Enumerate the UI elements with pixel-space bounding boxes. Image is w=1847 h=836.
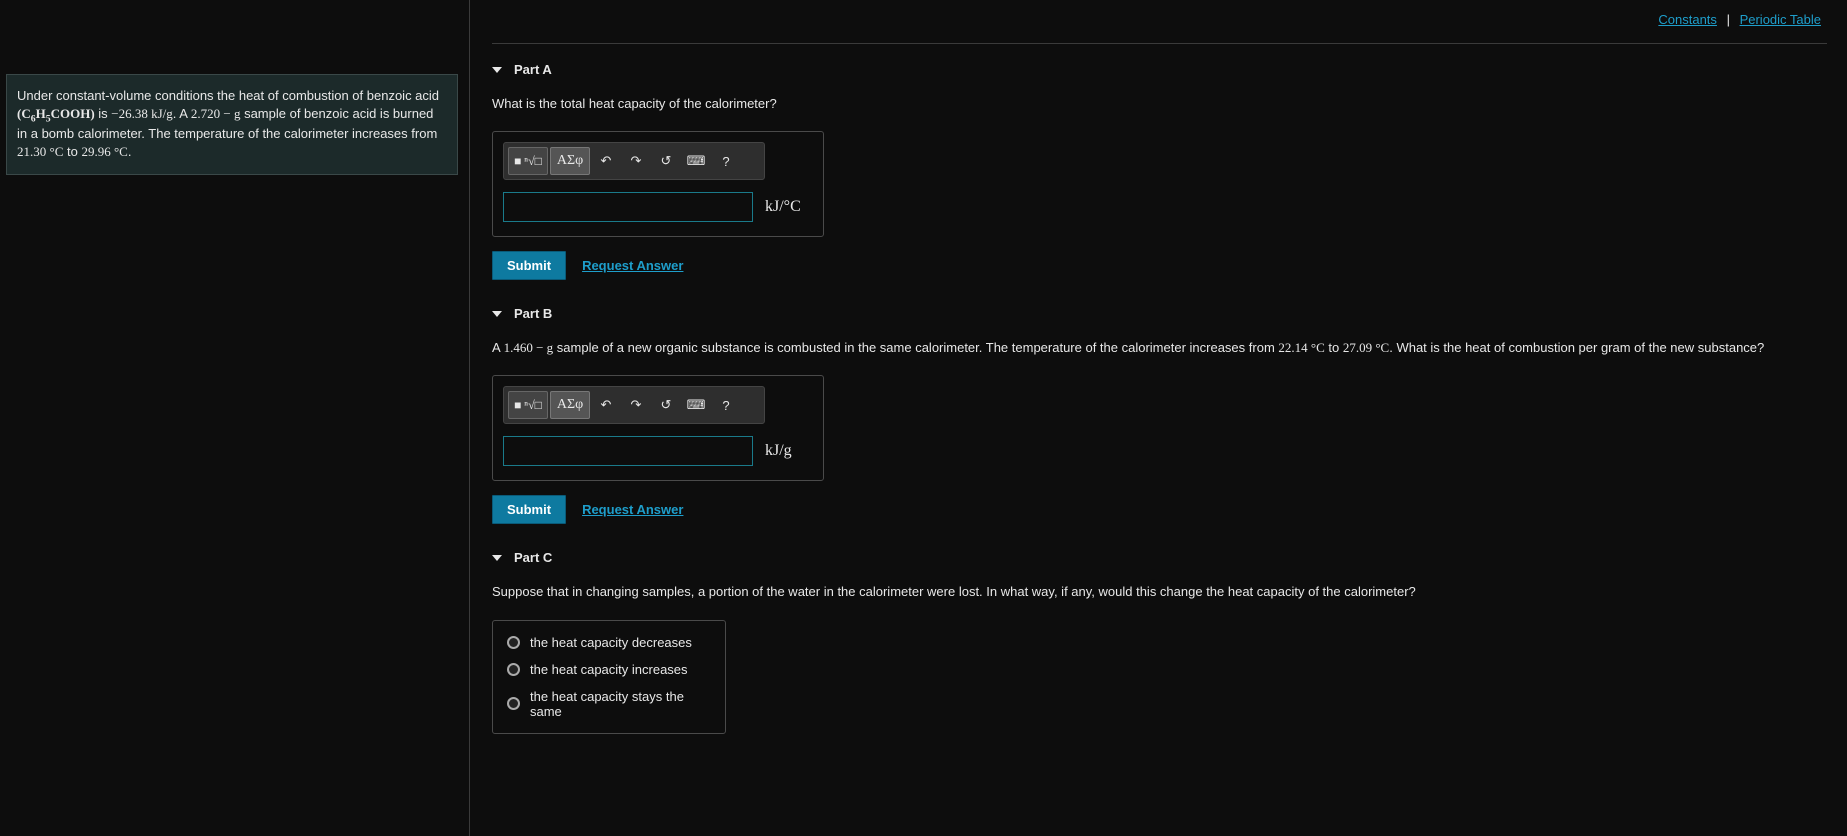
problem-formula: (C6H5COOH) xyxy=(17,106,95,121)
option-label: the heat capacity decreases xyxy=(530,635,692,650)
part-a-prompt: What is the total heat capacity of the c… xyxy=(492,95,1827,113)
option-decreases[interactable]: the heat capacity decreases xyxy=(507,635,711,650)
part-b-answer-input[interactable] xyxy=(503,436,753,466)
part-b-title: Part B xyxy=(514,306,552,321)
problem-statement: Under constant-volume conditions the hea… xyxy=(6,74,458,175)
pb-mass: 1.460 − g xyxy=(504,340,554,355)
part-a-actions: Submit Request Answer xyxy=(492,251,1827,280)
part-c-header[interactable]: Part C xyxy=(492,550,1827,565)
submit-button[interactable]: Submit xyxy=(492,251,566,280)
redo-button[interactable]: ↷ xyxy=(622,391,650,419)
templates-button[interactable]: ■ ⁿ√□ xyxy=(508,147,548,175)
part-b: Part B A 1.460 − g sample of a new organ… xyxy=(492,306,1827,524)
help-button[interactable]: ? xyxy=(712,391,740,419)
part-b-prompt: A 1.460 − g sample of a new organic subs… xyxy=(492,339,1827,357)
constants-link[interactable]: Constants xyxy=(1658,12,1717,27)
request-answer-link[interactable]: Request Answer xyxy=(582,502,683,517)
option-stays-same[interactable]: the heat capacity stays the same xyxy=(507,689,711,719)
part-c: Part C Suppose that in changing samples,… xyxy=(492,550,1827,733)
part-a-unit: kJ/°C xyxy=(765,198,801,216)
greek-button[interactable]: ΑΣφ xyxy=(550,391,590,419)
part-c-prompt: Suppose that in changing samples, a port… xyxy=(492,583,1827,601)
equation-toolbar: ■ ⁿ√□ ΑΣφ ↶ ↷ ↺ ⌨ ? xyxy=(503,142,765,180)
temp-from: 21.30 °C xyxy=(17,144,63,159)
problem-text: . xyxy=(128,144,132,159)
pb-text: A xyxy=(492,340,504,355)
heat-value: −26.38 kJ/g xyxy=(111,106,173,121)
radio-icon xyxy=(507,663,520,676)
problem-text: . A xyxy=(173,106,191,121)
mass-value: 2.720 − g xyxy=(191,106,241,121)
part-b-answer-block: ■ ⁿ√□ ΑΣφ ↶ ↷ ↺ ⌨ ? kJ/g xyxy=(492,375,824,481)
undo-button[interactable]: ↶ xyxy=(592,147,620,175)
option-increases[interactable]: the heat capacity increases xyxy=(507,662,711,677)
help-button[interactable]: ? xyxy=(712,147,740,175)
radio-icon xyxy=(507,697,520,710)
problem-text: to xyxy=(63,144,81,159)
part-a-answer-input[interactable] xyxy=(503,192,753,222)
part-a-title: Part A xyxy=(514,62,552,77)
chevron-down-icon xyxy=(492,67,502,73)
redo-button[interactable]: ↷ xyxy=(622,147,650,175)
option-label: the heat capacity increases xyxy=(530,662,688,677)
greek-button[interactable]: ΑΣφ xyxy=(550,147,590,175)
pb-tfrom: 22.14 °C xyxy=(1278,340,1324,355)
equation-toolbar: ■ ⁿ√□ ΑΣφ ↶ ↷ ↺ ⌨ ? xyxy=(503,386,765,424)
part-a-header[interactable]: Part A xyxy=(492,62,1827,77)
answer-row: kJ/°C xyxy=(503,192,813,222)
reset-button[interactable]: ↺ xyxy=(652,391,680,419)
pb-text: sample of a new organic substance is com… xyxy=(553,340,1278,355)
radio-icon xyxy=(507,636,520,649)
periodic-table-link[interactable]: Periodic Table xyxy=(1740,12,1821,27)
keyboard-button[interactable]: ⌨ xyxy=(682,391,710,419)
undo-button[interactable]: ↶ xyxy=(592,391,620,419)
pb-text: to xyxy=(1325,340,1343,355)
answer-row: kJ/g xyxy=(503,436,813,466)
pb-tto: 27.09 °C xyxy=(1343,340,1389,355)
part-b-unit: kJ/g xyxy=(765,442,792,460)
problem-text: Under constant-volume conditions the hea… xyxy=(17,88,439,103)
temp-to: 29.96 °C xyxy=(81,144,127,159)
part-b-actions: Submit Request Answer xyxy=(492,495,1827,524)
submit-button[interactable]: Submit xyxy=(492,495,566,524)
top-links: Constants | Periodic Table xyxy=(492,0,1827,43)
templates-button[interactable]: ■ ⁿ√□ xyxy=(508,391,548,419)
request-answer-link[interactable]: Request Answer xyxy=(582,258,683,273)
pb-text: . What is the heat of combustion per gra… xyxy=(1389,340,1764,355)
part-a: Part A What is the total heat capacity o… xyxy=(492,62,1827,280)
chevron-down-icon xyxy=(492,555,502,561)
link-separator: | xyxy=(1727,12,1730,27)
problem-text: is xyxy=(95,106,112,121)
part-b-header[interactable]: Part B xyxy=(492,306,1827,321)
keyboard-button[interactable]: ⌨ xyxy=(682,147,710,175)
chevron-down-icon xyxy=(492,311,502,317)
divider xyxy=(492,43,1827,44)
part-c-title: Part C xyxy=(514,550,552,565)
sidebar: Under constant-volume conditions the hea… xyxy=(0,0,470,836)
part-a-answer-block: ■ ⁿ√□ ΑΣφ ↶ ↷ ↺ ⌨ ? kJ/°C xyxy=(492,131,824,237)
part-c-options: the heat capacity decreases the heat cap… xyxy=(492,620,726,734)
main-content: Constants | Periodic Table Part A What i… xyxy=(470,0,1847,836)
option-label: the heat capacity stays the same xyxy=(530,689,711,719)
reset-button[interactable]: ↺ xyxy=(652,147,680,175)
